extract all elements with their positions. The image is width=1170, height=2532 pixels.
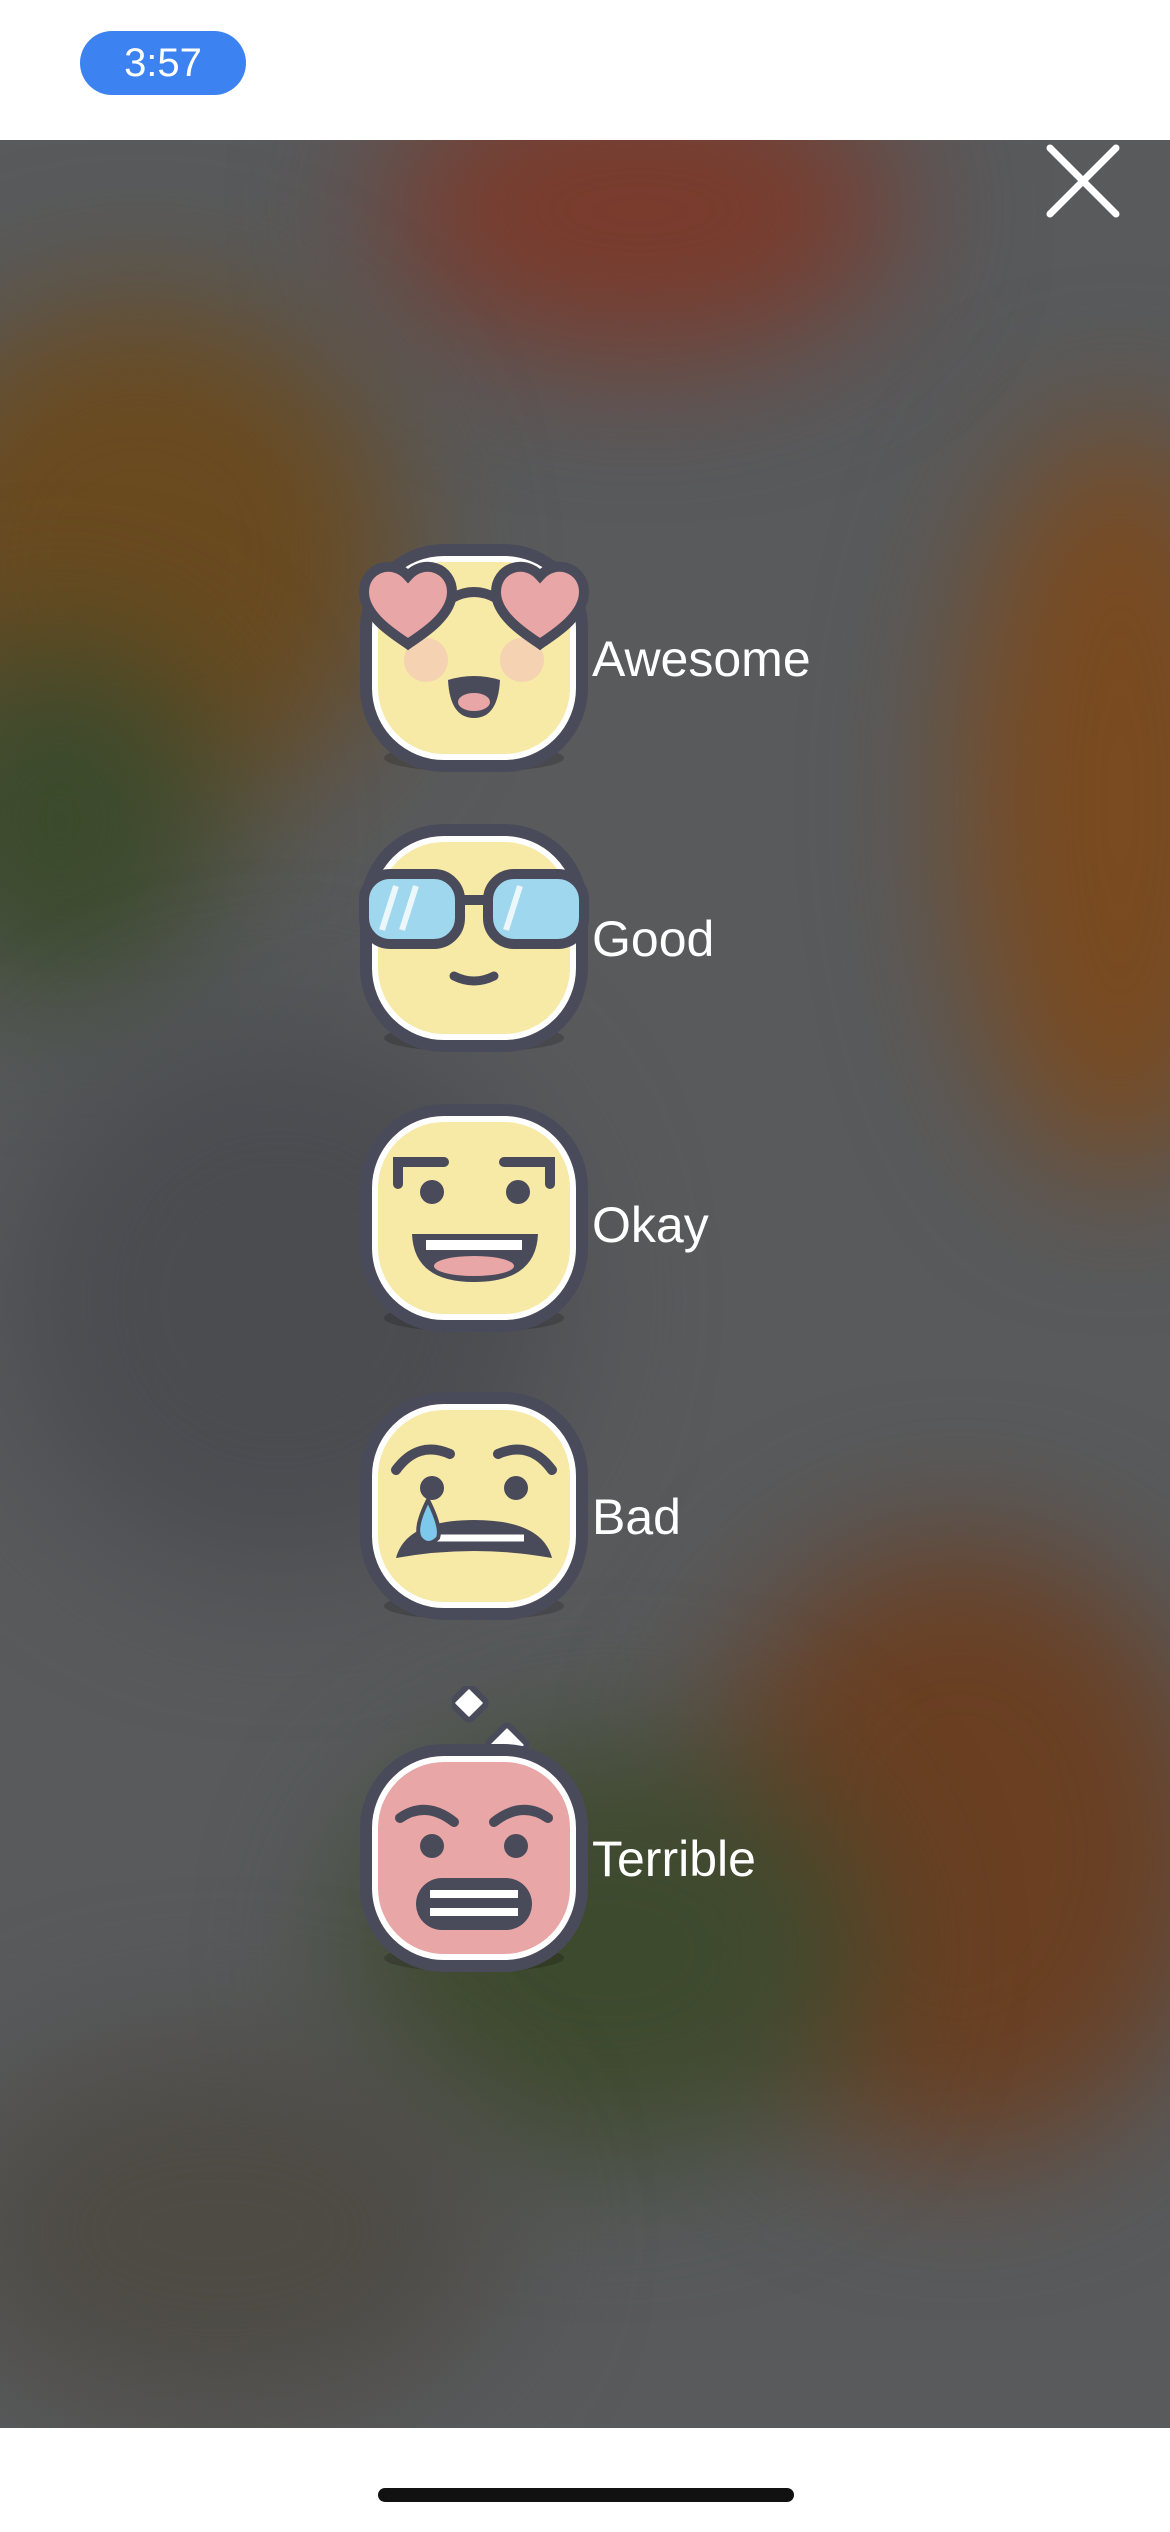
mood-label-okay: Okay: [592, 1197, 709, 1253]
grinning-face-icon: [360, 1104, 588, 1332]
mood-option-terrible[interactable]: Terrible: [356, 1686, 876, 1976]
mood-label-good: Good: [592, 911, 715, 967]
crying-face-icon: [360, 1392, 588, 1620]
status-time: 3:57: [80, 31, 246, 95]
mood-list: Awesome Good Okay Bad Terrible: [0, 140, 1170, 2428]
mood-label-bad: Bad: [592, 1489, 681, 1545]
mood-picker-overlay: Awesome Good Okay Bad Terrible: [0, 140, 1170, 2428]
mood-label-terrible: Terrible: [592, 1831, 756, 1887]
sunglasses-face-icon: [359, 824, 589, 1052]
mood-option-good[interactable]: Good: [356, 820, 876, 1052]
angry-face-icon: [360, 1744, 588, 1972]
home-indicator[interactable]: [378, 2488, 794, 2502]
mood-option-bad[interactable]: Bad: [356, 1388, 876, 1620]
home-bar: [0, 2428, 1170, 2532]
mood-label-awesome: Awesome: [592, 631, 811, 687]
heart-eyes-face-icon: [358, 544, 590, 772]
mood-option-awesome[interactable]: Awesome: [356, 540, 876, 772]
mood-option-okay[interactable]: Okay: [356, 1100, 876, 1332]
status-bar: 3:57: [0, 0, 1170, 140]
